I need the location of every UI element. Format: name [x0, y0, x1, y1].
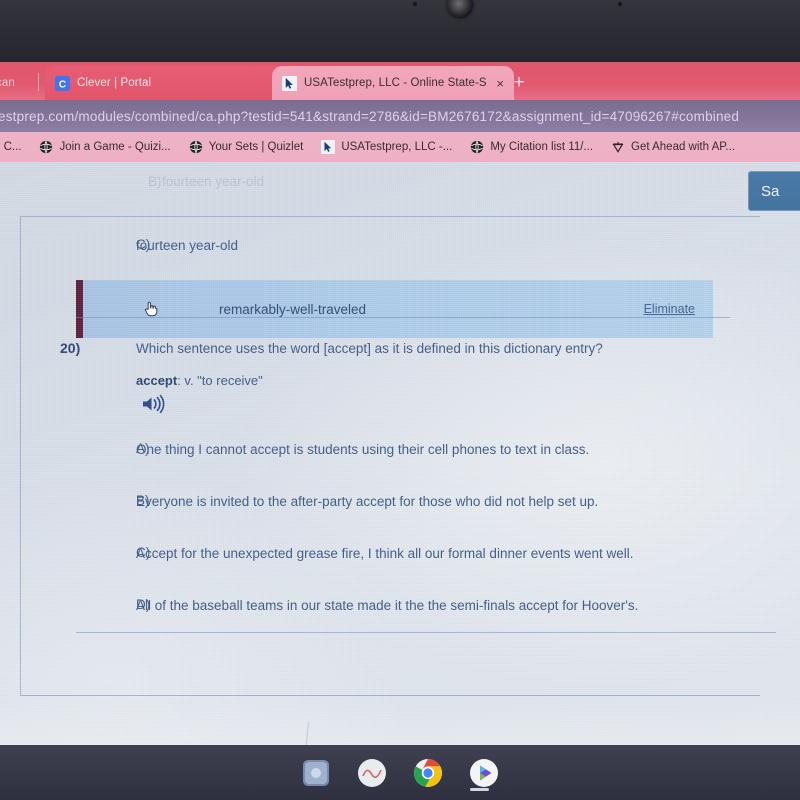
globe-icon [40, 140, 53, 154]
screen-scratch [301, 722, 310, 745]
bookmark-label: Your Sets | Quizlet [208, 141, 304, 153]
section-divider-bottom [76, 632, 776, 633]
shelf-items [0, 745, 800, 800]
option-row-selected[interactable]: remarkably-well-traveled Eliminate [76, 280, 713, 338]
launcher-icon[interactable] [301, 758, 331, 788]
screenshot-root: can × C Clever | Portal × USATestprep, L… [0, 0, 800, 800]
eliminate-link[interactable]: Eliminate [644, 302, 695, 316]
svg-text:C: C [59, 79, 67, 90]
dictionary-word: accept [136, 373, 178, 388]
option-letter: D) [136, 597, 151, 612]
bookmark-item-4[interactable]: My Citation list 11/... [461, 140, 602, 154]
screen-glare [0, 702, 800, 745]
bookmark-item-3[interactable]: USATestprep, LLC -... [312, 140, 461, 154]
option-letter: C) [136, 545, 151, 560]
save-button[interactable]: Sa [748, 171, 800, 211]
browser-tab-strip: can × C Clever | Portal × USATestprep, L… [0, 62, 800, 100]
option-text: One thing I cannot accept is students us… [136, 442, 590, 457]
tab-title: can [0, 77, 15, 89]
option-letter-cursor [83, 300, 219, 318]
new-tab-button[interactable]: + [508, 72, 530, 94]
question-number: 20) [60, 340, 81, 356]
close-icon[interactable]: × [496, 77, 504, 90]
option-text: Everyone is invited to the after-party a… [136, 494, 599, 509]
option-letter: B) [136, 493, 150, 508]
answer-option-c[interactable]: C) Accept for the unexpected grease fire… [0, 536, 740, 588]
answer-option-b[interactable]: B) Everyone is invited to the after-part… [0, 484, 740, 536]
globe-icon [189, 140, 202, 154]
answer-options-list: A) One thing I cannot accept is students… [0, 432, 740, 640]
option-text: All of the baseball teams in our state m… [136, 598, 639, 613]
bookmark-label: Join a Game - Quizi... [59, 141, 171, 153]
option-text: fourteen year-old [136, 238, 239, 253]
address-bar[interactable]: estprep.com/modules/combined/ca.php?test… [0, 100, 800, 132]
tab-separator [38, 73, 39, 91]
webcam-icon [447, 0, 473, 18]
dictionary-entry: accept: v. "to receive" [136, 373, 263, 388]
bookmark-label: Get Ahead with AP... [631, 141, 736, 153]
previous-question-options: C) fourteen year-old remarkably-well-tra… [0, 228, 760, 338]
microphone-hole-right-icon [618, 2, 622, 6]
url-text: estprep.com/modules/combined/ca.php?test… [0, 108, 740, 124]
chrome-os-shelf [0, 745, 800, 800]
tab-title: USATestprep, LLC - Online State-S [304, 77, 487, 89]
faded-previous-option: B) fourteen year-old [0, 174, 720, 189]
option-letter: C) [136, 237, 151, 252]
bookmark-item-5[interactable]: Get Ahead with AP... [602, 140, 744, 154]
browser-tab-1[interactable]: C Clever | Portal × [45, 66, 293, 100]
bookmark-item-1[interactable]: Join a Game - Quizi... [30, 140, 179, 154]
usatestprep-icon [321, 140, 336, 154]
option-text: Accept for the unexpected grease fire, I… [136, 546, 634, 561]
option-row-c[interactable]: C) fourteen year-old [0, 228, 760, 280]
option-letter: A) [136, 441, 150, 456]
answer-option-a[interactable]: A) One thing I cannot accept is students… [0, 432, 740, 484]
pointing-hand-cursor-icon [145, 301, 158, 317]
globe-icon [471, 140, 484, 154]
laptop-bezel-top [0, 0, 800, 62]
tab-title: Clever | Portal [77, 77, 152, 89]
bookmark-label: USATestprep, LLC -... [341, 141, 453, 153]
browser-tab-2[interactable]: USATestprep, LLC - Online State-S × [272, 66, 514, 100]
microphone-hole-left-icon [413, 2, 417, 6]
bookmark-label: My Citation list 11/... [490, 141, 594, 153]
faded-option-letter: B) [148, 174, 162, 189]
laptop-screen: can × C Clever | Portal × USATestprep, L… [0, 62, 800, 745]
page-content: Sa B) fourteen year-old C) fourteen year… [0, 162, 800, 745]
section-divider-top [76, 317, 730, 318]
dictionary-definition: : v. "to receive" [177, 373, 263, 388]
bookmarks-bar: e C... Join a Game - Quizi... Your Sets … [0, 132, 800, 162]
usatestprep-icon [282, 75, 297, 91]
bookmark-label: e C... [0, 141, 22, 153]
bookmark-item-0[interactable]: e C... [0, 141, 30, 153]
wave-app-icon[interactable] [357, 758, 387, 788]
option-text: remarkably-well-traveled [219, 301, 367, 317]
question-prompt: Which sentence uses the word [accept] as… [136, 341, 603, 356]
chrome-active-indicator [470, 788, 489, 791]
speaker-icon[interactable] [141, 394, 167, 414]
chrome-icon[interactable] [413, 758, 443, 788]
clever-icon: C [55, 75, 70, 91]
bookmark-item-2[interactable]: Your Sets | Quizlet [180, 140, 313, 154]
play-store-icon[interactable] [469, 758, 499, 788]
acorn-icon [612, 141, 624, 153]
faded-option-text: fourteen year-old [162, 174, 265, 189]
